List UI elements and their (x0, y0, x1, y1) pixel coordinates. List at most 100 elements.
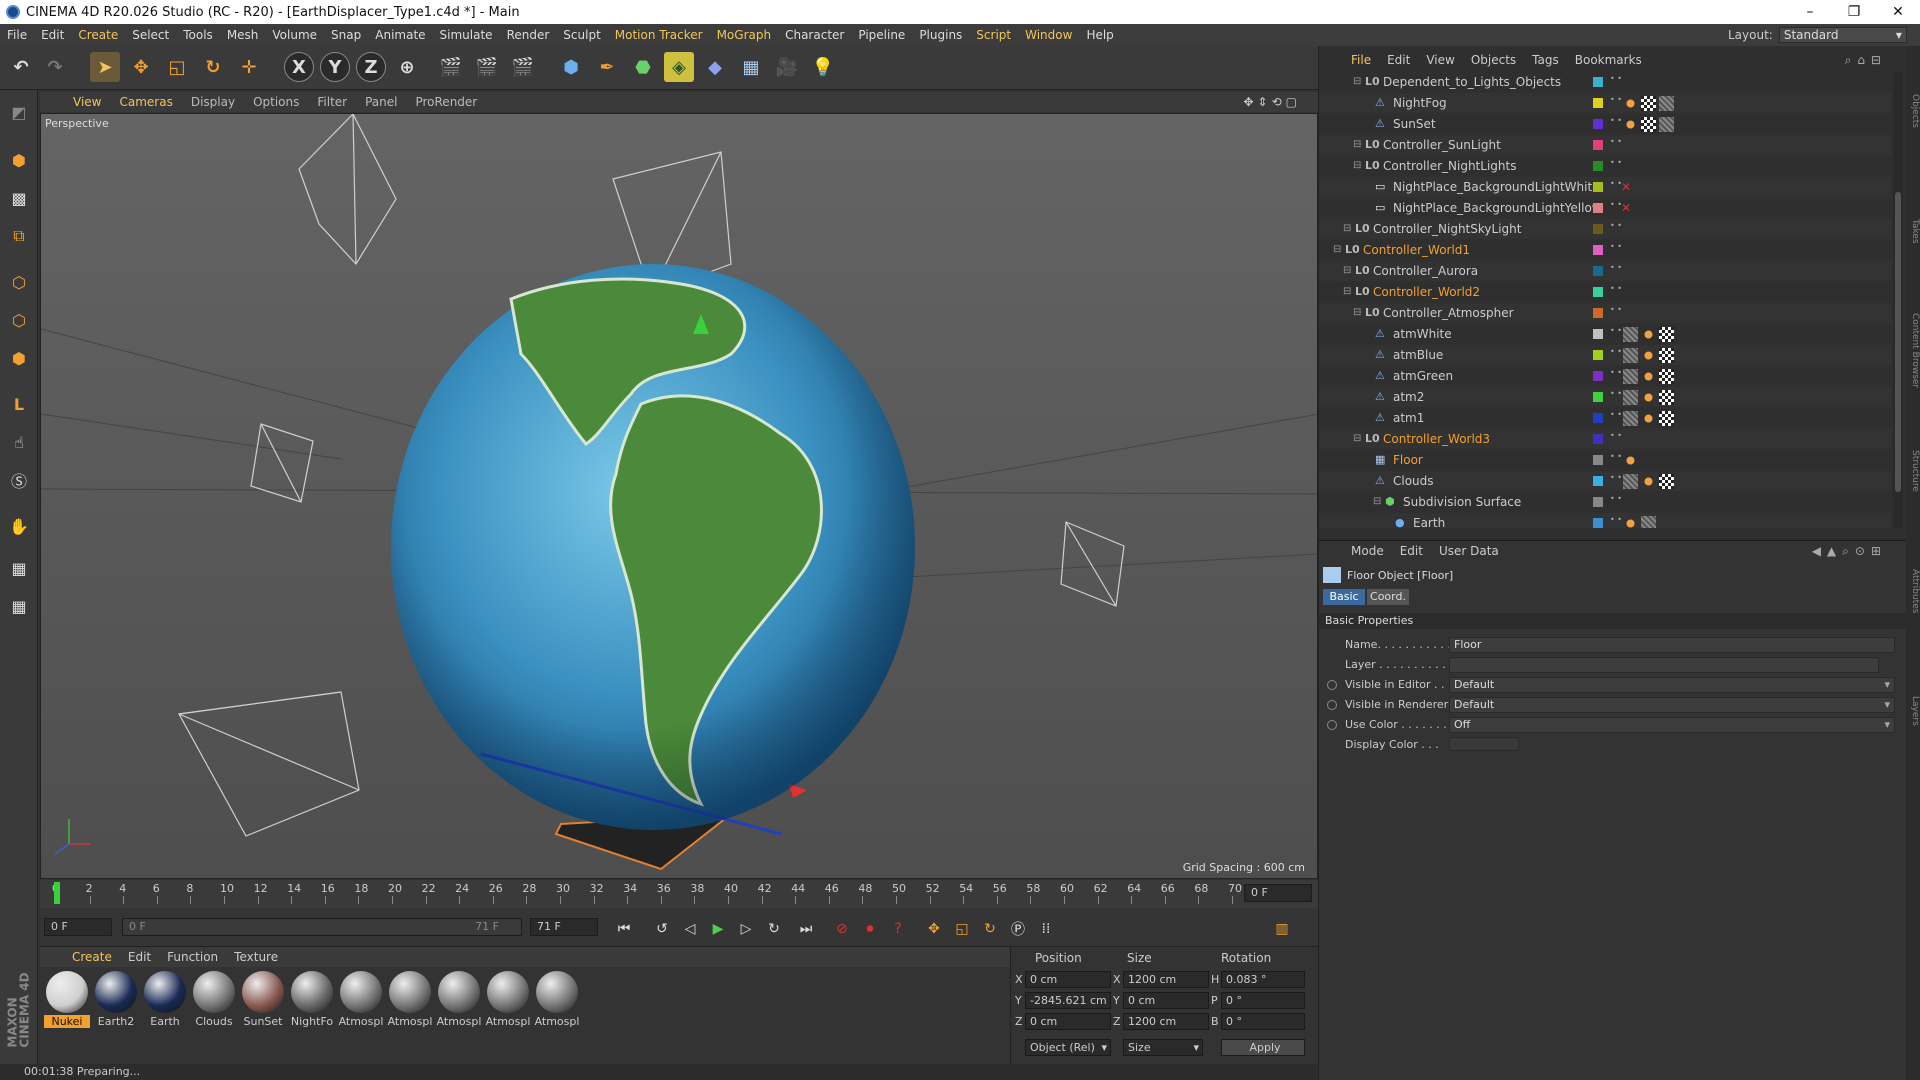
deformer-icon[interactable]: ◆ (700, 52, 730, 82)
material-menu-function[interactable]: Function (159, 950, 226, 964)
visibility-dots[interactable]: • • (1610, 369, 1622, 382)
viewport-menu-panel[interactable]: Panel (356, 95, 406, 109)
snapping-icon[interactable]: Ⓢ (3, 464, 35, 496)
render-settings-icon[interactable]: 🎬 (508, 52, 538, 82)
render-view-icon[interactable]: 🎬 (436, 52, 466, 82)
tree-toggle-icon[interactable]: ⊟ (1373, 492, 1381, 512)
material-tag-icon[interactable] (1641, 474, 1656, 489)
animate-radio[interactable] (1327, 680, 1337, 690)
object-row[interactable]: ▦ Floor • • (1319, 450, 1891, 470)
side-tab[interactable]: Content Browser (1906, 296, 1920, 406)
menu-help[interactable]: Help (1079, 24, 1120, 46)
playhead[interactable] (54, 882, 60, 904)
viewport-nav-icons[interactable]: ✥⇕⟲▢ (1234, 95, 1310, 109)
visibility-dots[interactable]: • • (1610, 201, 1622, 214)
attribute-value-field[interactable]: Default (1449, 697, 1895, 713)
object-row[interactable]: ⊟ L0 Controller_World3 • • (1319, 429, 1891, 449)
autokey-icon[interactable]: ⏺ (858, 917, 882, 941)
z-axis-lock-button[interactable]: Z (356, 52, 386, 82)
rotate-icon[interactable]: ↻ (198, 52, 228, 82)
material-tag-icon[interactable] (1623, 390, 1638, 405)
object-row[interactable]: ⊟ L0 Controller_SunLight • • (1319, 135, 1891, 155)
timeline-window-icon[interactable]: ▥ (1270, 917, 1294, 941)
tree-toggle-icon[interactable]: ⊟ (1353, 72, 1361, 92)
menu-mograph[interactable]: MoGraph (710, 24, 779, 46)
layer-color-swatch[interactable] (1593, 266, 1603, 276)
render-picture-viewer-icon[interactable]: 🎬 (472, 52, 502, 82)
menu-motion-tracker[interactable]: Motion Tracker (608, 24, 710, 46)
layer-color-swatch[interactable] (1593, 455, 1603, 465)
visibility-dots[interactable]: • • (1610, 390, 1622, 403)
attribute-value-field[interactable] (1449, 657, 1879, 673)
layer-color-swatch[interactable] (1593, 245, 1603, 255)
tab-basic[interactable]: Basic (1323, 589, 1365, 605)
object-row[interactable]: ⊟ L0 Dependent_to_Lights_Objects • • (1319, 72, 1891, 92)
object-row[interactable]: ⚠ atm2 • • (1319, 387, 1891, 407)
menu-tools[interactable]: Tools (176, 24, 220, 46)
menu-create[interactable]: Create (71, 24, 125, 46)
object-name[interactable]: Subdivision Surface (1403, 492, 1521, 512)
workplane-icon[interactable]: ⧉ (3, 220, 35, 252)
object-row[interactable]: ▭ NightPlace_BackgroundLightYellow • • ✕ (1319, 198, 1891, 218)
layer-color-swatch[interactable] (1593, 98, 1603, 108)
minimize-button[interactable]: – (1788, 0, 1832, 24)
layout-select[interactable]: Standard ▾ (1778, 27, 1907, 43)
visibility-dots[interactable]: • • (1610, 453, 1622, 466)
material-tag-icon[interactable] (1641, 327, 1656, 342)
object-row[interactable]: ⚠ atmWhite • • (1319, 324, 1891, 344)
size-field[interactable]: 1200 cm (1123, 1013, 1209, 1030)
current-frame-field[interactable]: 0 F (1244, 884, 1312, 902)
move-icon[interactable]: ✥ (126, 52, 156, 82)
menu-window[interactable]: Window (1018, 24, 1079, 46)
object-row[interactable]: ⚠ SunSet • • (1319, 114, 1891, 134)
tab-coord[interactable]: Coord. (1367, 589, 1409, 605)
object-row[interactable]: ⚠ atmGreen • • (1319, 366, 1891, 386)
key-parameter-icon[interactable]: Ⓟ (1006, 917, 1030, 941)
menu-render[interactable]: Render (500, 24, 557, 46)
object-name[interactable]: Controller_Atmospher (1383, 303, 1514, 323)
visibility-dots[interactable]: • • (1610, 222, 1622, 235)
layer-color-swatch[interactable] (1593, 182, 1603, 192)
side-tab[interactable]: Structure (1906, 416, 1920, 526)
tree-toggle-icon[interactable]: ⊟ (1343, 261, 1351, 281)
size-field[interactable]: 0 cm (1123, 992, 1209, 1009)
close-button[interactable]: ✕ (1876, 0, 1920, 24)
object-row[interactable]: ▭ NightPlace_BackgroundLightWhite • • ✕ (1319, 177, 1891, 197)
layer-color-swatch[interactable] (1593, 77, 1603, 87)
tweak-mode-icon[interactable]: ☝ (3, 426, 35, 458)
attr-menu-mode[interactable]: Mode (1343, 544, 1392, 558)
redo-icon[interactable]: ↷ (40, 52, 70, 82)
next-frame-icon[interactable]: ▷ (734, 917, 758, 941)
sculpt-icon[interactable]: ✋ (3, 510, 35, 542)
material-tag-icon[interactable] (1659, 348, 1674, 363)
material-tag-icon[interactable] (1641, 411, 1656, 426)
visibility-dots[interactable]: • • (1610, 159, 1622, 172)
object-name[interactable]: atmWhite (1393, 324, 1452, 344)
subdivision-icon[interactable]: ⬣ (628, 52, 658, 82)
material-item[interactable]: Nukei (44, 971, 90, 1031)
layer-color-swatch[interactable] (1593, 476, 1603, 486)
menu-mesh[interactable]: Mesh (220, 24, 266, 46)
material-menu-edit[interactable]: Edit (120, 950, 159, 964)
texture-mode-icon[interactable]: ▩ (3, 182, 35, 214)
object-name[interactable]: Dependent_to_Lights_Objects (1383, 72, 1561, 92)
layer-color-swatch[interactable] (1593, 434, 1603, 444)
material-tag-icon[interactable] (1623, 411, 1638, 426)
cube-icon[interactable]: ⬢ (556, 52, 586, 82)
visibility-dots[interactable]: • • (1610, 138, 1622, 151)
rotation-field[interactable]: 0.083 ° (1221, 971, 1305, 988)
position-field[interactable]: 0 cm (1025, 971, 1111, 988)
material-tag-icon[interactable] (1659, 96, 1674, 111)
visibility-dots[interactable]: • • (1610, 75, 1622, 88)
material-tag-icon[interactable] (1659, 327, 1674, 342)
pen-spline-icon[interactable]: ✒ (592, 52, 622, 82)
points-mode-icon[interactable]: ⬡ (3, 266, 35, 298)
viewport-menu-view[interactable]: View (64, 95, 110, 109)
preview-range-slider[interactable]: 0 F 71 F (122, 918, 522, 936)
coordinate-system-icon[interactable]: ⊕ (392, 52, 422, 82)
material-tag-icon[interactable] (1641, 117, 1656, 132)
material-tag-icon[interactable] (1641, 348, 1656, 363)
visibility-dots[interactable]: • • (1610, 306, 1622, 319)
material-item[interactable]: Earth2 (93, 971, 139, 1031)
material-item[interactable]: Atmospl (485, 971, 531, 1031)
